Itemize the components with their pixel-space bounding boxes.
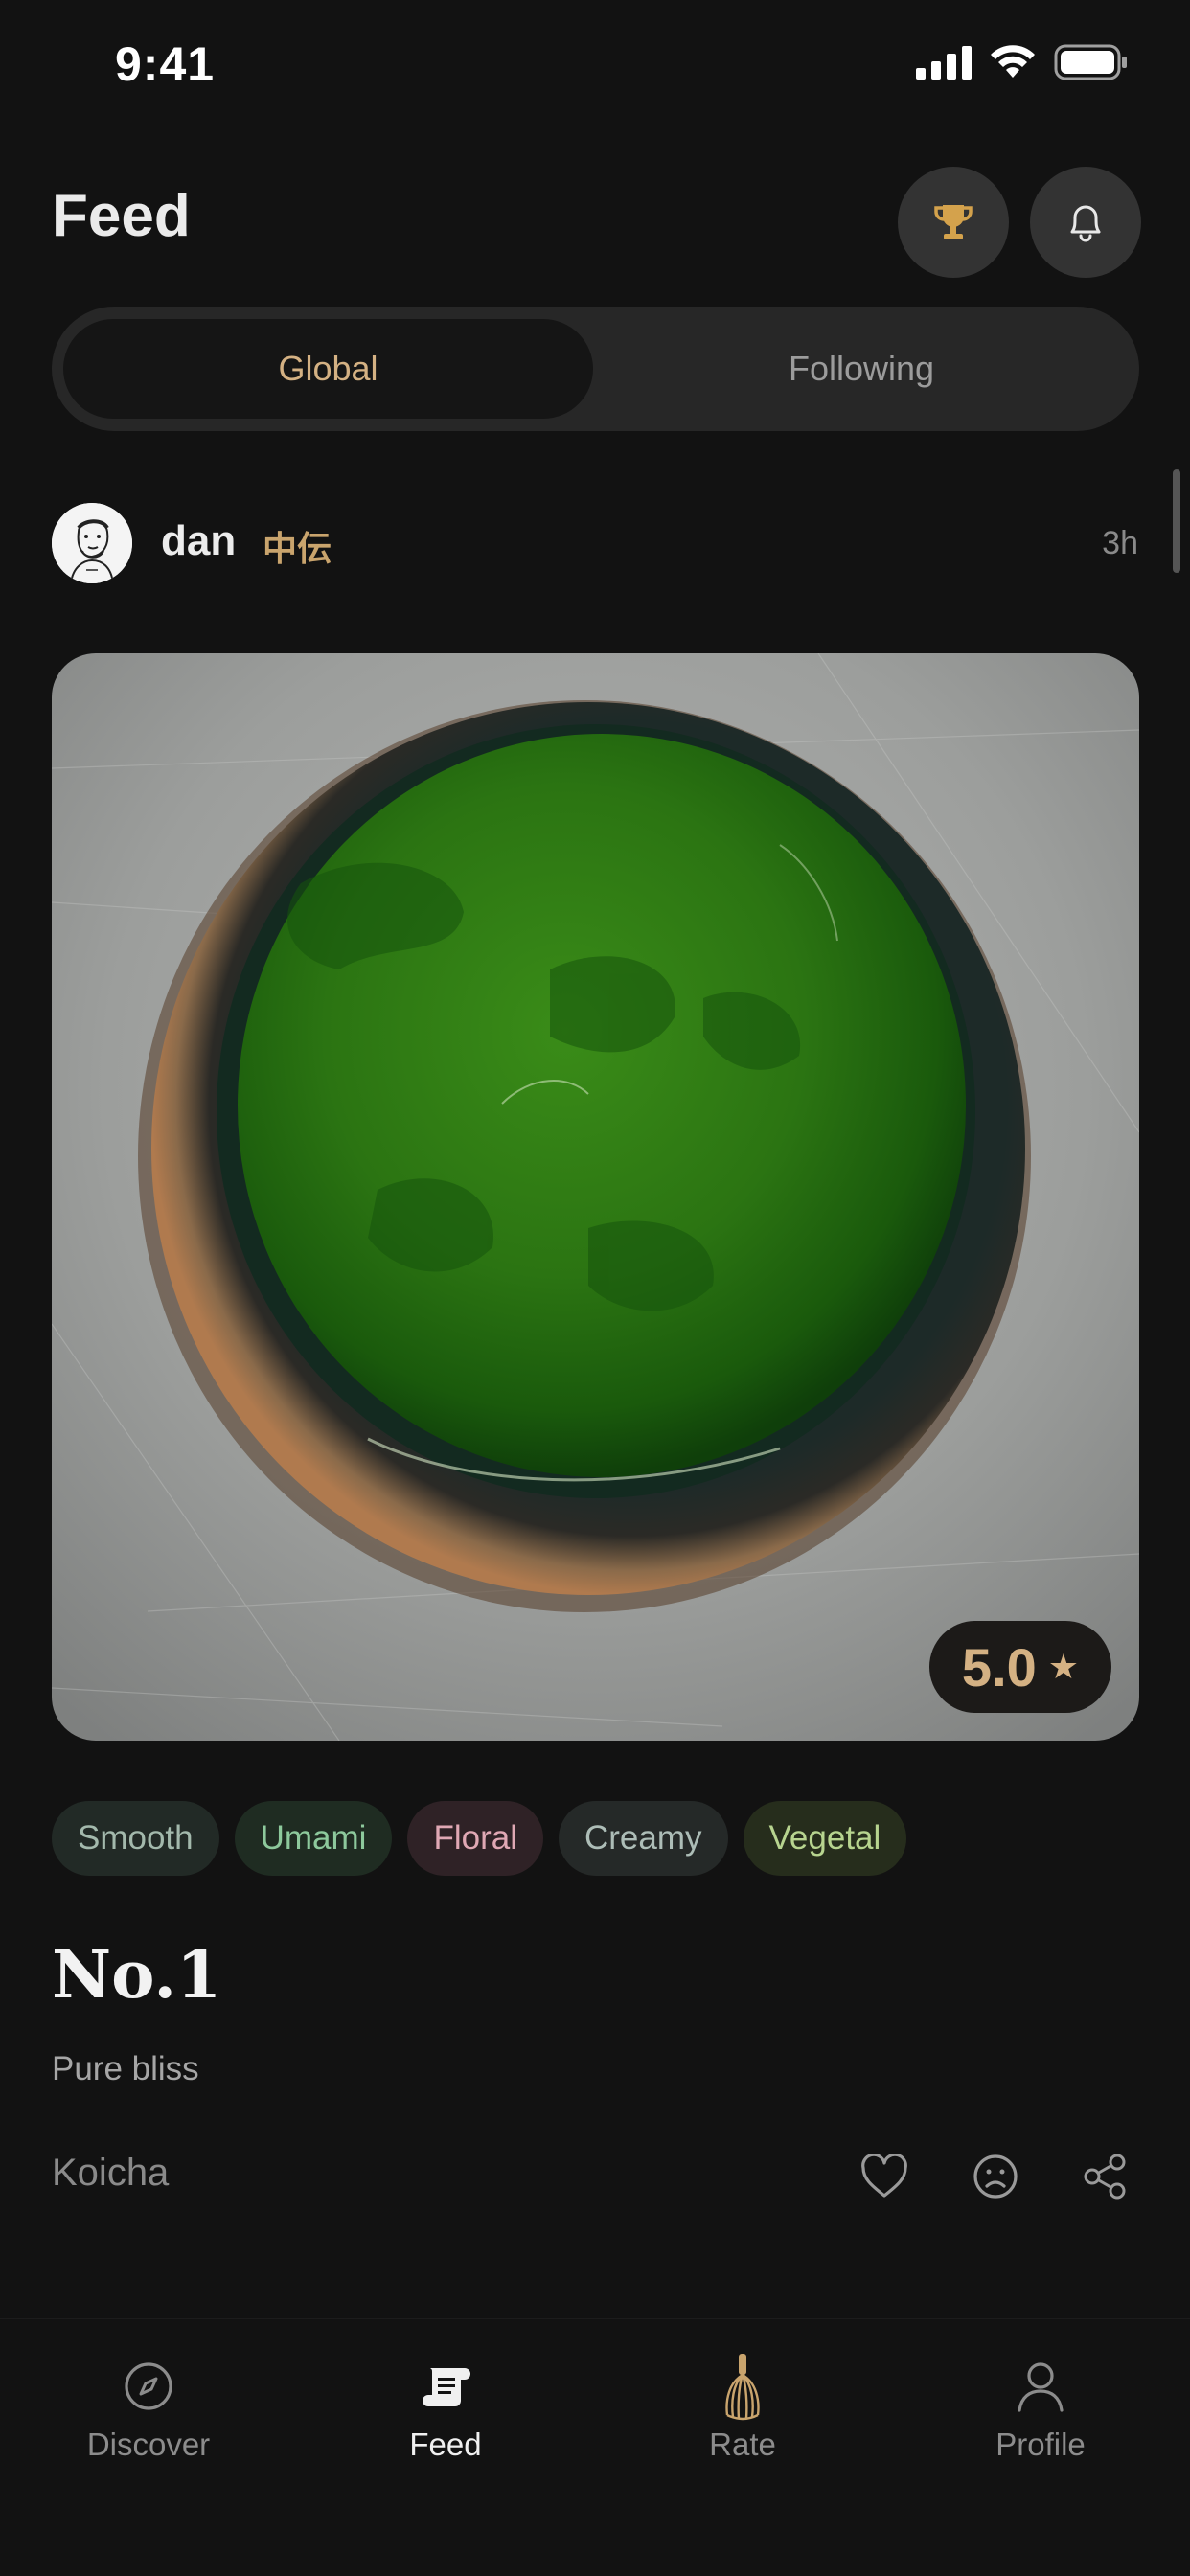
tab-feed-label: Feed	[409, 2427, 482, 2462]
like-button[interactable]	[856, 2148, 913, 2205]
wifi-icon	[991, 45, 1035, 78]
bell-icon	[1070, 205, 1101, 242]
dislike-button[interactable]	[967, 2148, 1024, 2205]
post-time-ago: 3h	[1102, 525, 1138, 561]
segment-following[interactable]: Following	[593, 319, 1130, 419]
tab-rate-label: Rate	[709, 2427, 776, 2462]
post-tea-type: Koicha	[52, 2152, 170, 2194]
rating-value: 5.0	[961, 1636, 1037, 1698]
tag-smooth: Smooth	[52, 1801, 219, 1876]
star-icon: ★	[1047, 1647, 1080, 1686]
tab-discover-label: Discover	[86, 2427, 211, 2462]
compass-icon	[125, 2362, 172, 2410]
frown-icon	[973, 2154, 1018, 2199]
tag-floral: Floral	[407, 1801, 543, 1876]
signal-icon	[916, 46, 972, 80]
tab-feed[interactable]: Feed	[340, 2352, 551, 2463]
tab-discover[interactable]: Discover	[43, 2352, 254, 2463]
status-icons	[916, 44, 1129, 80]
tag-creamy: Creamy	[558, 1801, 728, 1876]
avatar[interactable]	[52, 503, 132, 583]
post-photo[interactable]	[52, 653, 1139, 1741]
post-description: Pure bliss	[52, 2050, 199, 2087]
segment-global[interactable]: Global	[63, 319, 593, 419]
tag-vegetal: Vegetal	[743, 1801, 907, 1876]
avatar-sketch-icon	[52, 503, 132, 583]
scroll-icon	[423, 2368, 470, 2406]
heart-icon	[861, 2154, 907, 2198]
tab-rate[interactable]: Rate	[637, 2352, 848, 2463]
post-username[interactable]: dan	[161, 517, 236, 565]
tab-profile-label: Profile	[995, 2427, 1086, 2462]
person-icon	[1018, 2362, 1064, 2412]
tag-umami: Umami	[234, 1801, 393, 1876]
trophy-icon	[934, 205, 973, 239]
notifications-button[interactable]	[1030, 167, 1141, 278]
post-title: No.1	[52, 1937, 222, 2014]
status-time: 9:41	[115, 37, 216, 91]
tab-profile[interactable]: Profile	[935, 2352, 1146, 2463]
rating-badge: 5.0 ★	[929, 1621, 1111, 1713]
user-rank-badge: 中伝	[263, 529, 332, 568]
scroll-indicator	[1173, 469, 1180, 573]
matcha-bowl-photo	[52, 653, 1139, 1741]
share-icon	[1084, 2154, 1126, 2200]
share-button[interactable]	[1076, 2148, 1133, 2205]
battery-icon	[1054, 44, 1127, 80]
whisk-icon	[725, 2354, 760, 2421]
flavor-tags: Smooth Umami Floral Creamy Vegetal	[52, 1801, 907, 1876]
leaderboard-button[interactable]	[898, 167, 1009, 278]
page-title: Feed	[52, 183, 191, 249]
